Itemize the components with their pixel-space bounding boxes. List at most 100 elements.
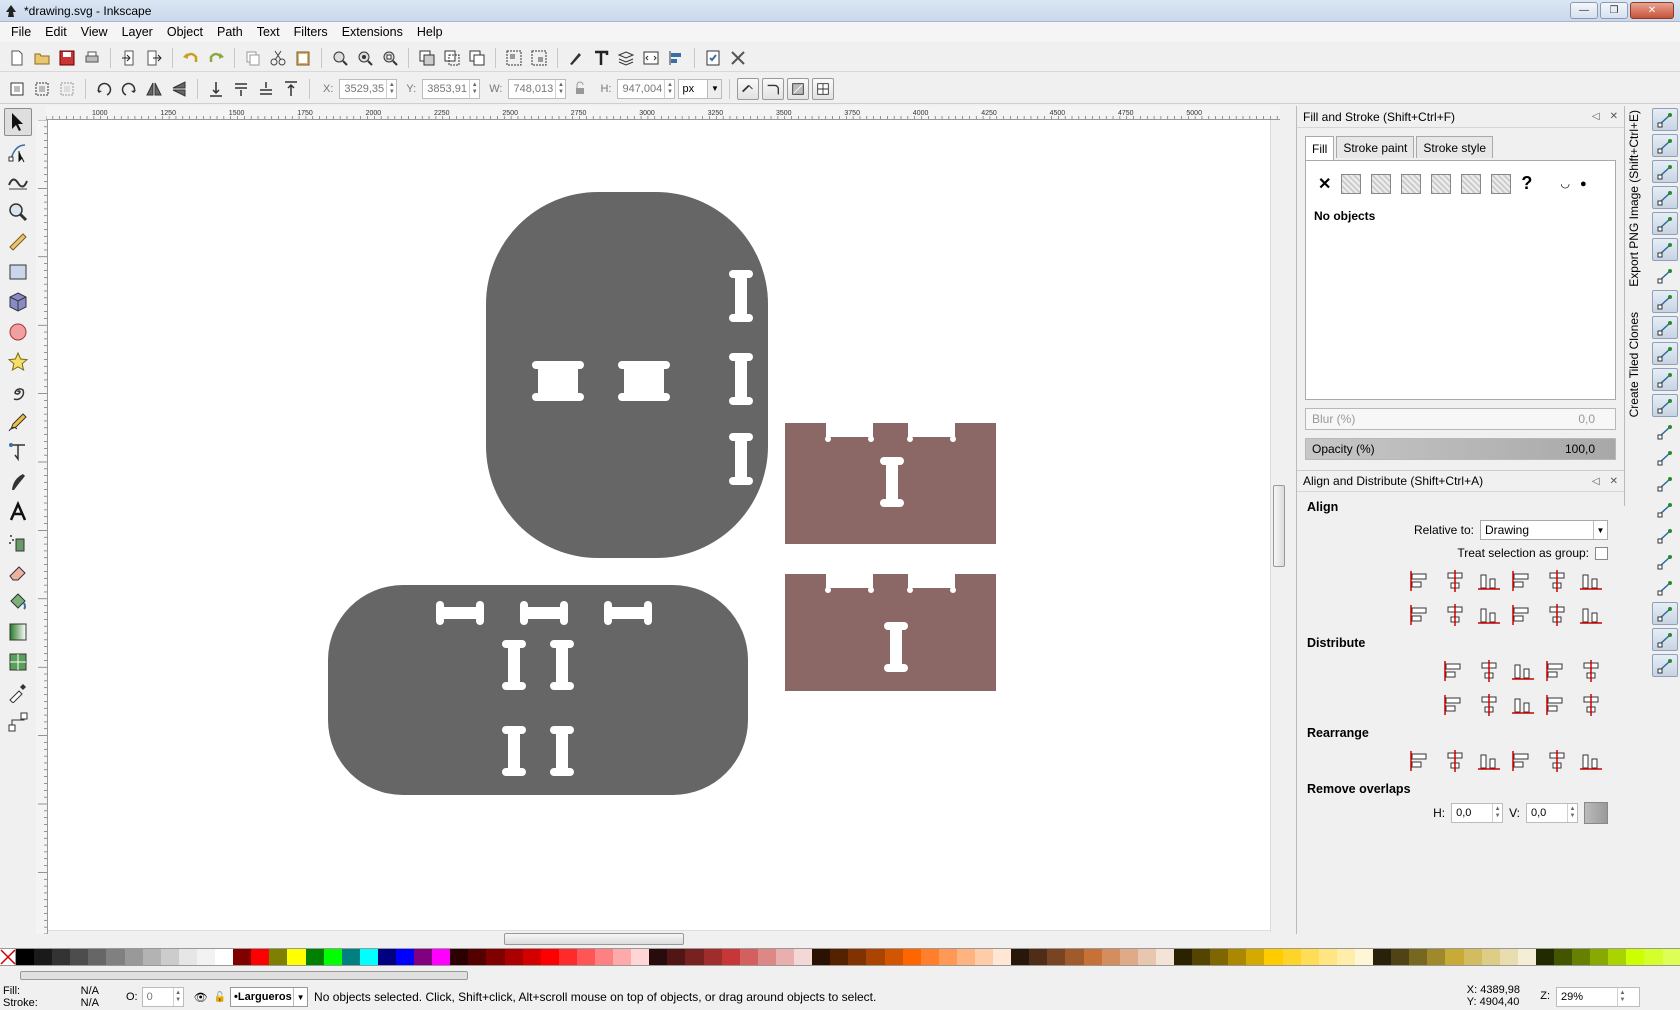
color-swatch[interactable] <box>830 949 849 965</box>
color-swatch[interactable] <box>1137 949 1156 965</box>
color-swatch[interactable] <box>1300 949 1319 965</box>
remove-overlaps-button[interactable] <box>1584 802 1608 824</box>
tiled-clones-tab[interactable]: Create Tiled Clones <box>1627 312 1641 417</box>
drawing-canvas[interactable] <box>48 120 1270 930</box>
print-button[interactable] <box>81 47 103 69</box>
swatch-button[interactable] <box>1491 173 1512 194</box>
color-swatch[interactable] <box>884 949 903 965</box>
tweak-tool[interactable] <box>4 168 32 196</box>
color-swatch[interactable] <box>1174 949 1193 965</box>
distribute-button[interactable] <box>1510 658 1536 684</box>
gradient-tool[interactable] <box>4 618 32 646</box>
color-swatch[interactable] <box>613 949 632 965</box>
maximize-button[interactable]: ❐ <box>1600 2 1628 19</box>
align-button[interactable] <box>1578 602 1604 628</box>
no-color-swatch[interactable] <box>0 949 16 965</box>
flip-vertical-button[interactable] <box>168 78 190 100</box>
move-gradients-toggle[interactable] <box>787 77 810 100</box>
linear-gradient-button[interactable] <box>1371 173 1392 194</box>
snap-toggle-button[interactable] <box>1652 550 1678 573</box>
color-swatch[interactable] <box>233 949 252 965</box>
color-swatch[interactable] <box>1608 949 1627 965</box>
color-swatch[interactable] <box>1155 949 1174 965</box>
tab-fill[interactable]: Fill <box>1305 136 1335 160</box>
color-swatch[interactable] <box>920 949 939 965</box>
zoom-selection-button[interactable] <box>329 47 351 69</box>
ellipse-tool[interactable] <box>4 318 32 346</box>
connector-tool[interactable] <box>4 708 32 736</box>
xml-editor-button[interactable] <box>640 47 662 69</box>
color-swatch[interactable] <box>1318 949 1337 965</box>
calligraphy-tool[interactable] <box>4 468 32 496</box>
color-swatch[interactable] <box>1011 949 1030 965</box>
color-swatch[interactable] <box>377 949 396 965</box>
rotate-ccw-button[interactable] <box>93 78 115 100</box>
distribute-button[interactable] <box>1442 692 1468 718</box>
x-input[interactable] <box>340 79 387 98</box>
selector-tool[interactable] <box>4 108 32 136</box>
flat-color-button[interactable] <box>1341 173 1362 194</box>
color-swatch[interactable] <box>1409 949 1428 965</box>
snap-toggle-button[interactable] <box>1652 186 1678 209</box>
color-swatch[interactable] <box>1553 949 1573 965</box>
color-swatch[interactable] <box>1517 949 1536 965</box>
color-swatch[interactable] <box>359 949 378 965</box>
zoom-input[interactable] <box>1557 988 1617 1006</box>
snap-toggle-button[interactable] <box>1652 602 1678 625</box>
opacity-status-input[interactable] <box>142 988 173 1006</box>
align-button[interactable] <box>1578 568 1604 594</box>
text-tool[interactable] <box>4 498 32 526</box>
overlap-v-input[interactable] <box>1527 804 1567 822</box>
flip-horizontal-button[interactable] <box>143 78 165 100</box>
color-swatch[interactable] <box>196 949 216 965</box>
color-swatch[interactable] <box>414 949 433 965</box>
lower-button[interactable] <box>230 78 252 100</box>
deselect-button[interactable] <box>56 78 78 100</box>
color-swatch[interactable] <box>1391 949 1410 965</box>
select-all-button[interactable] <box>6 78 28 100</box>
redo-button[interactable] <box>205 47 227 69</box>
raise-button[interactable] <box>255 78 277 100</box>
zoom-tool[interactable] <box>4 198 32 226</box>
snap-toggle-button[interactable] <box>1652 498 1678 521</box>
rotate-cw-button[interactable] <box>118 78 140 100</box>
color-swatch[interactable] <box>1282 949 1301 965</box>
color-swatch[interactable] <box>558 949 577 965</box>
color-swatch[interactable] <box>739 949 758 965</box>
cut-button[interactable] <box>267 47 289 69</box>
y-field[interactable]: ▲▼ <box>422 78 481 99</box>
close-button[interactable]: ✕ <box>1630 2 1674 19</box>
eraser-tool[interactable] <box>4 558 32 586</box>
text-font-button[interactable] <box>590 47 612 69</box>
box3d-tool[interactable] <box>4 288 32 316</box>
spin-arrows[interactable]: ▲ ▼ <box>469 79 479 98</box>
spray-tool[interactable] <box>4 528 32 556</box>
spin-arrows[interactable]: ▲ ▼ <box>664 79 674 98</box>
color-swatch[interactable] <box>1662 949 1680 965</box>
unset-paint-icon[interactable]: ? <box>1521 173 1532 194</box>
save-button[interactable] <box>56 47 78 69</box>
rearrange-button[interactable] <box>1544 748 1570 774</box>
distribute-button[interactable] <box>1476 692 1502 718</box>
distribute-button[interactable] <box>1578 692 1604 718</box>
color-swatch[interactable] <box>178 949 197 965</box>
color-swatch[interactable] <box>1029 949 1048 965</box>
zoom-field[interactable]: ▲▼ <box>1556 987 1640 1007</box>
color-swatch[interactable] <box>685 949 704 965</box>
open-button[interactable] <box>31 47 53 69</box>
tab-stroke-paint[interactable]: Stroke paint <box>1336 136 1415 158</box>
zoom-drawing-button[interactable] <box>354 47 376 69</box>
menu-edit[interactable]: Edit <box>38 22 74 42</box>
mesh-tool[interactable] <box>4 648 32 676</box>
align-button[interactable] <box>1442 602 1468 628</box>
rearrange-button[interactable] <box>1578 748 1604 774</box>
close-icon[interactable]: ✕ <box>1610 476 1618 487</box>
spin-arrows[interactable]: ▲ ▼ <box>1567 804 1577 822</box>
color-swatch[interactable] <box>1481 949 1500 965</box>
color-swatch[interactable] <box>341 949 360 965</box>
vertical-scrollbar[interactable] <box>1270 120 1286 932</box>
color-swatch[interactable] <box>540 949 559 965</box>
relative-to-select[interactable]: Drawing ▼ <box>1480 520 1608 540</box>
snap-toggle-button[interactable] <box>1652 446 1678 469</box>
collapse-icon[interactable]: ◁ <box>1592 476 1600 487</box>
